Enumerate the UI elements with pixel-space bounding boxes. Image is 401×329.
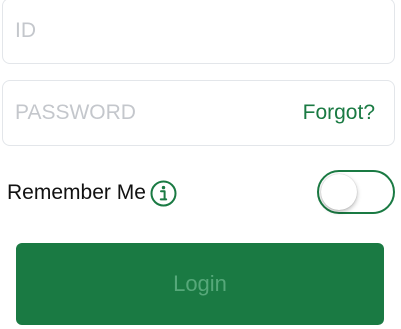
- password-field-container: Forgot?: [2, 80, 395, 146]
- password-input[interactable]: [3, 81, 303, 145]
- id-input[interactable]: [3, 0, 394, 63]
- remember-me-toggle[interactable]: [317, 170, 395, 214]
- remember-me-label: Remember Me: [7, 181, 146, 204]
- info-icon[interactable]: [150, 180, 177, 207]
- forgot-password-link[interactable]: Forgot?: [303, 101, 375, 125]
- login-form: Forgot? Remember Me Login: [0, 0, 401, 329]
- id-field-container: [2, 0, 395, 64]
- login-button[interactable]: Login: [16, 243, 384, 325]
- toggle-knob: [321, 174, 357, 210]
- remember-me-row: Remember Me: [7, 170, 397, 216]
